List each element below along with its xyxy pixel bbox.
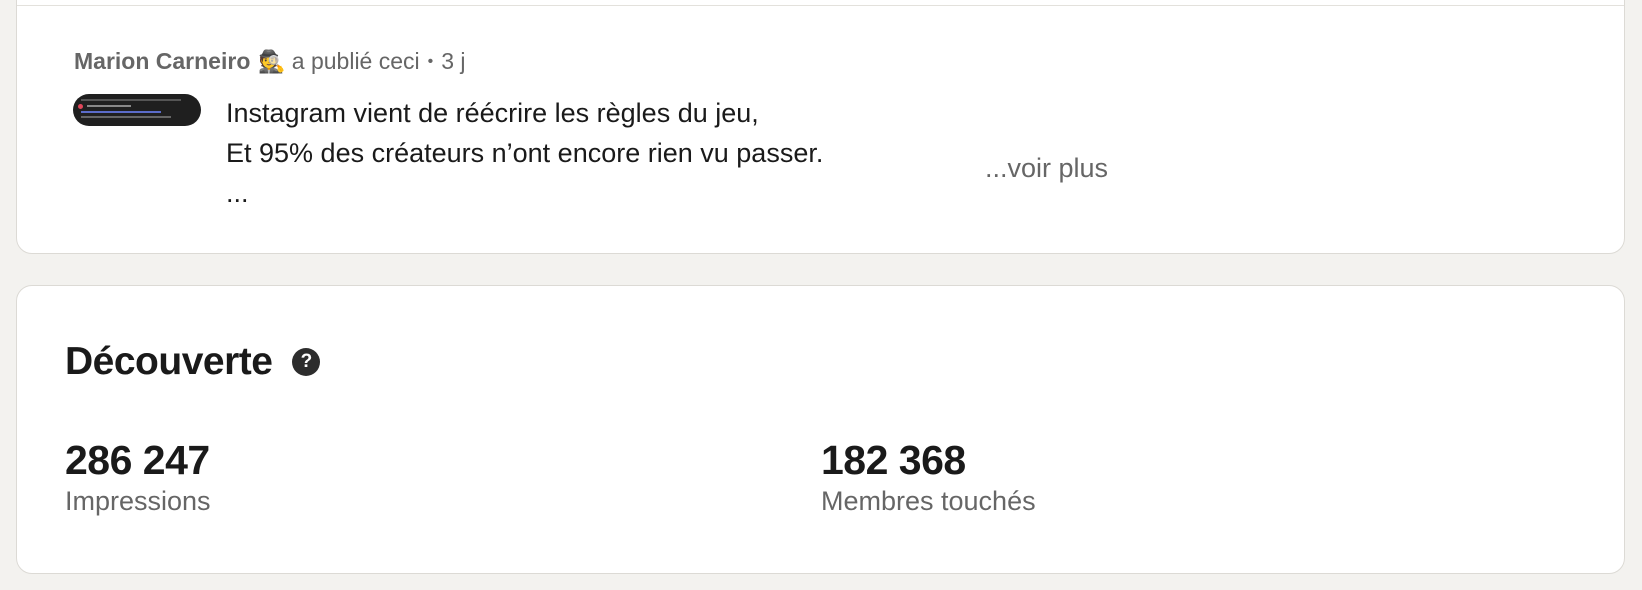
post-text[interactable]: Instagram vient de réécrire les règles d… [226,93,823,213]
separator-dot: • [427,52,434,70]
post-text-line: Instagram vient de réécrire les règles d… [226,98,759,128]
members-reached-label: Membres touchés [821,486,1036,516]
post-action-text: a publié ceci [291,48,420,74]
section-title: Découverte [65,340,273,383]
divider [17,5,1624,6]
post-text-line: ... [226,178,249,208]
question-icon[interactable]: ? [292,348,321,376]
impressions-value: 286 247 [65,437,210,483]
members-reached-value: 182 368 [821,437,966,483]
post-text-line: Et 95% des créateurs n’ont encore rien v… [226,138,824,168]
post-thumbnail[interactable] [73,94,201,126]
post-card: Marion Carneiro 🕵️ a publié ceci • 3 j I… [16,0,1625,254]
impressions-label: Impressions [65,486,211,516]
post-meta: Marion Carneiro 🕵️ a publié ceci • 3 j [74,48,466,75]
discovery-card: Découverte ? 286 247 Impressions 182 368… [16,285,1625,574]
impressions-stat[interactable]: 286 247 Impressions [65,436,211,517]
detective-emoji-icon: 🕵️ [258,48,286,74]
members-reached-stat[interactable]: 182 368 Membres touchés [821,436,1036,517]
post-age: 3 j [441,48,466,74]
discovery-header: Découverte ? [65,340,321,384]
author-name[interactable]: Marion Carneiro [74,48,250,75]
see-more-link[interactable]: ...voir plus [985,153,1108,184]
